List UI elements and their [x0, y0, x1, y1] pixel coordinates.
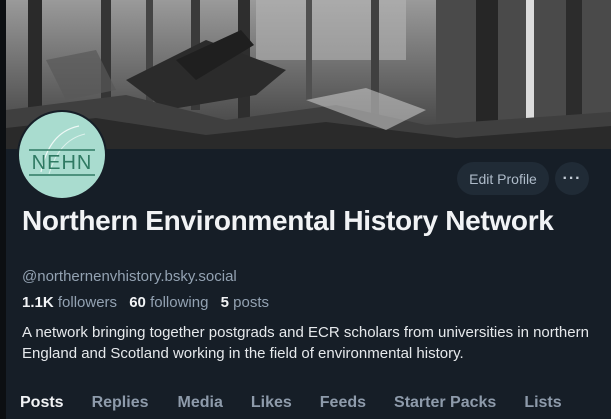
tab-starter-packs[interactable]: Starter Packs: [394, 386, 496, 419]
tab-replies[interactable]: Replies: [92, 386, 149, 419]
profile-handle: @northernenvhistory.bsky.social: [22, 268, 237, 285]
posts-stat: 5 posts: [221, 294, 269, 311]
profile-page: NEHN Edit Profile ··· Northern Environme…: [6, 0, 611, 419]
profile-tabs: Posts Replies Media Likes Feeds Starter …: [6, 386, 611, 419]
tab-lists[interactable]: Lists: [524, 386, 561, 419]
followers-link[interactable]: 1.1K followers: [22, 294, 117, 311]
following-label: following: [150, 294, 209, 311]
edit-profile-button[interactable]: Edit Profile: [457, 162, 549, 195]
tab-media[interactable]: Media: [178, 386, 223, 419]
profile-avatar[interactable]: NEHN: [17, 110, 107, 200]
avatar-logo: NEHN: [19, 112, 105, 198]
following-link[interactable]: 60 following: [129, 294, 208, 311]
following-count: 60: [129, 294, 146, 311]
profile-display-name: Northern Environmental History Network: [22, 205, 554, 236]
posts-label: posts: [233, 294, 269, 311]
more-options-icon: ···: [562, 169, 582, 187]
tab-likes[interactable]: Likes: [251, 386, 292, 419]
more-options-button[interactable]: ···: [555, 162, 589, 195]
profile-description: A network bringing together postgrads an…: [22, 324, 589, 362]
followers-count: 1.1K: [22, 294, 54, 311]
tab-posts[interactable]: Posts: [20, 386, 64, 419]
posts-count: 5: [220, 294, 229, 311]
tab-feeds[interactable]: Feeds: [320, 386, 366, 419]
avatar-text: NEHN: [31, 152, 93, 174]
profile-stats: 1.1K followers 60 following 5 posts: [22, 294, 277, 311]
followers-label: followers: [57, 294, 118, 311]
